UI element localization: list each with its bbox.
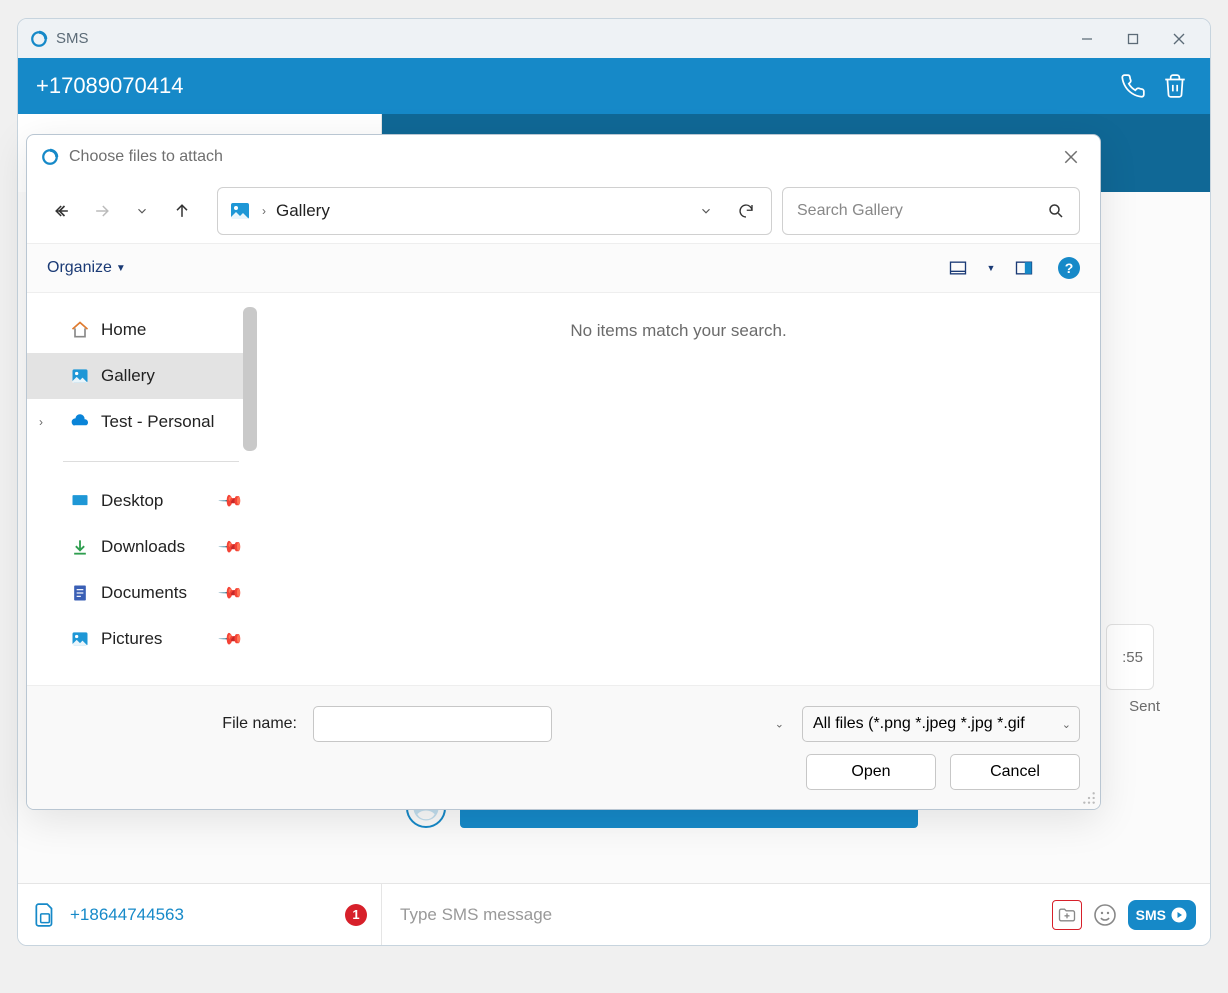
file-name-dropdown-icon[interactable]: ⌄ [775,718,784,731]
dialog-app-icon [41,148,59,166]
nav-recent-dropdown[interactable] [127,196,157,226]
file-picker-dialog: Choose files to attach › Gallery Organiz… [26,134,1101,810]
nav-up-button[interactable] [167,196,197,226]
file-type-filter-label: All files (*.png *.jpeg *.jpg *.gif [813,715,1025,733]
footer: +18644744563 1 SMS [18,883,1210,945]
cancel-button[interactable]: Cancel [950,754,1080,790]
outgoing-message-bubble: :55 [1106,624,1154,690]
sidebar-item-gallery[interactable]: Gallery [27,353,257,399]
empty-state-message: No items match your search. [570,321,786,341]
breadcrumb-dropdown[interactable] [691,196,721,226]
dialog-sidebar: Home Gallery › Test - Personal Desktop 📌… [27,293,257,685]
minimize-button[interactable] [1064,19,1110,58]
file-name-input[interactable] [313,706,552,742]
dialog-toolbar: Organize ▼ ▼ ? [27,243,1100,293]
dialog-footer: File name: ⌄ All files (*.png *.jpeg *.j… [27,685,1100,809]
nav-back-button[interactable] [47,196,77,226]
sidebar-item-label: Desktop [101,491,163,511]
emoji-button[interactable] [1090,900,1120,930]
sidebar-item-downloads[interactable]: Downloads 📌 [27,524,257,570]
dialog-body: Home Gallery › Test - Personal Desktop 📌… [27,293,1100,685]
sidebar-divider [63,461,239,462]
pin-icon: 📌 [217,625,245,653]
file-list-area: No items match your search. [257,293,1100,685]
search-box[interactable] [782,187,1080,235]
conversation-header: +17089070414 [18,58,1210,114]
sidebar-scrollbar[interactable] [243,307,257,451]
gallery-icon [228,199,252,223]
refresh-button[interactable] [731,196,761,226]
send-sms-button[interactable]: SMS [1128,900,1196,930]
organize-menu[interactable]: Organize ▼ [47,259,126,277]
pictures-icon [69,628,91,650]
expand-icon[interactable]: › [39,415,43,429]
view-mode-dropdown[interactable]: ▼ [984,254,998,282]
app-logo-icon [30,30,48,48]
dialog-close-button[interactable] [1056,142,1086,172]
resize-grip-icon[interactable] [1082,791,1096,805]
organize-label: Organize [47,259,112,277]
onedrive-icon [69,411,91,433]
downloads-icon [69,536,91,558]
dialog-titlebar: Choose files to attach [27,135,1100,179]
view-mode-button[interactable] [944,254,972,282]
message-time-fragment: :55 [1122,649,1143,666]
file-type-filter[interactable]: All files (*.png *.jpeg *.jpg *.gif ⌄ [802,706,1080,742]
dialog-nav-bar: › Gallery [27,179,1100,243]
attach-file-button[interactable] [1052,900,1082,930]
sidebar-item-label: Gallery [101,366,155,386]
sidebar-item-desktop[interactable]: Desktop 📌 [27,478,257,524]
sidebar-item-label: Documents [101,583,187,603]
sidebar-item-label: Downloads [101,537,185,557]
window-title: SMS [56,30,89,47]
pin-icon: 📌 [217,487,245,515]
home-icon [69,319,91,341]
sidebar-item-label: Home [101,320,146,340]
delete-conversation-button[interactable] [1158,69,1192,103]
sidebar-item-pictures[interactable]: Pictures 📌 [27,616,257,662]
titlebar: SMS [18,19,1210,58]
compose-input[interactable] [396,897,1044,933]
own-phone-number[interactable]: +18644744563 [70,905,184,925]
contact-phone-number: +17089070414 [36,73,183,99]
search-icon [1047,202,1065,220]
call-button[interactable] [1116,69,1150,103]
nav-forward-button[interactable] [87,196,117,226]
sidebar-item-onedrive[interactable]: › Test - Personal [27,399,257,445]
breadcrumb-location[interactable]: Gallery [276,201,330,221]
sidebar-item-label: Pictures [101,629,162,649]
breadcrumb-separator-icon: › [262,204,266,218]
breadcrumb-path[interactable]: › Gallery [217,187,772,235]
sidebar-item-label: Test - Personal [101,412,214,432]
sidebar-item-documents[interactable]: Documents 📌 [27,570,257,616]
sim-icon [32,902,58,928]
maximize-button[interactable] [1110,19,1156,58]
desktop-icon [69,490,91,512]
file-name-label: File name: [47,715,303,733]
footer-left: +18644744563 1 [18,884,382,945]
compose-area: SMS [382,897,1210,933]
preview-pane-button[interactable] [1010,254,1038,282]
pin-icon: 📌 [217,579,245,607]
unread-badge: 1 [345,904,367,926]
gallery-icon [69,365,91,387]
dialog-title: Choose files to attach [69,148,223,166]
search-input[interactable] [797,202,1047,220]
pin-icon: 📌 [217,533,245,561]
chevron-down-icon: ⌄ [1062,718,1071,731]
documents-icon [69,582,91,604]
message-status-label: Sent [1129,698,1160,715]
send-button-label: SMS [1136,907,1166,923]
open-button[interactable]: Open [806,754,936,790]
help-button[interactable]: ? [1058,257,1080,279]
sidebar-item-home[interactable]: Home [27,307,257,353]
close-button[interactable] [1156,19,1202,58]
